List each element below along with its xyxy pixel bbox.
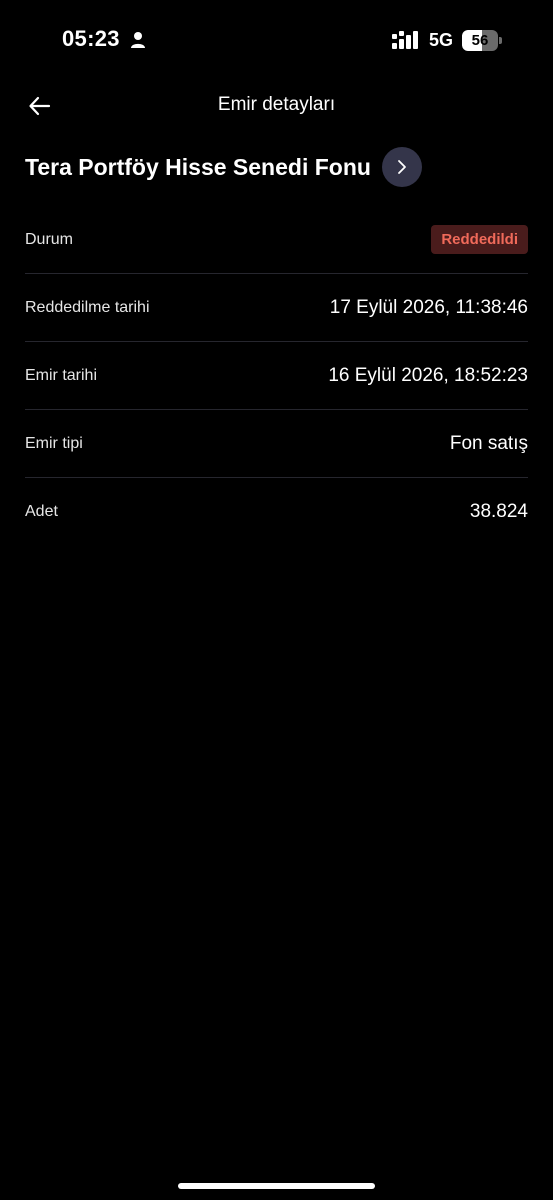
fund-name: Tera Portföy Hisse Senedi Fonu xyxy=(25,153,371,180)
detail-label: Emir tipi xyxy=(25,434,83,452)
detail-label: Adet xyxy=(25,503,58,520)
detail-row-status: Durum Reddedildi xyxy=(25,206,528,274)
signal-icon xyxy=(392,31,418,49)
status-badge: Reddedildi xyxy=(431,225,528,254)
detail-label: Durum xyxy=(25,230,74,248)
order-details-screen: 05:23 5G 56 Emir detayları Tera Portföy … xyxy=(0,0,553,1200)
page-title: Emir detayları xyxy=(217,94,336,115)
network-type: 5G xyxy=(429,30,454,50)
detail-row-rejection-date: Reddedilme tarihi 17 Eylül 2026, 11:38:4… xyxy=(25,274,528,342)
status-time: 05:23 xyxy=(62,26,120,51)
detail-row-order-date: Emir tarihi 16 Eylül 2026, 18:52:23 xyxy=(25,342,528,410)
status-bar: 05:23 5G 56 xyxy=(0,0,553,80)
fund-detail-button[interactable] xyxy=(381,147,422,187)
detail-label: Reddedilme tarihi xyxy=(25,298,150,316)
detail-value: 17 Eylül 2026, 11:38:46 xyxy=(329,296,528,318)
detail-value: 38.824 xyxy=(469,501,528,522)
order-details-list: Durum Reddedildi Reddedilme tarihi 17 Ey… xyxy=(25,206,528,546)
chevron-right-icon xyxy=(398,160,406,174)
detail-label: Emir tarihi xyxy=(25,366,98,384)
detail-row-order-type: Emir tipi Fon satış xyxy=(25,410,528,478)
detail-value: Fon satış xyxy=(449,432,528,454)
detail-row-quantity: Adet 38.824 xyxy=(25,478,528,546)
person-icon xyxy=(131,32,145,48)
home-indicator[interactable] xyxy=(178,1183,375,1189)
detail-value: 16 Eylül 2026, 18:52:23 xyxy=(328,364,528,386)
battery-icon: 56 xyxy=(462,30,502,51)
fund-title-row: Tera Portföy Hisse Senedi Fonu xyxy=(25,146,422,188)
battery-level: 56 xyxy=(471,32,489,49)
